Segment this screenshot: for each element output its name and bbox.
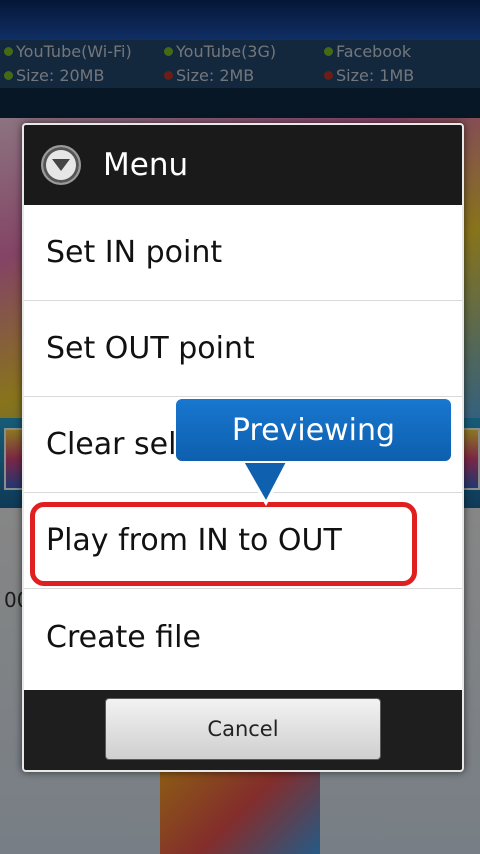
menu-item-create-file[interactable]: Create file — [24, 589, 462, 686]
menu-item-set-out-point[interactable]: Set OUT point — [24, 301, 462, 397]
menu-item-set-in-point[interactable]: Set IN point — [24, 205, 462, 301]
previewing-callout: Previewing — [174, 397, 453, 463]
dialog-header: Menu — [24, 125, 462, 205]
dialog-title: Menu — [103, 147, 189, 183]
highlight-box — [30, 502, 417, 586]
dialog-footer: Cancel — [24, 690, 462, 770]
chevron-down-icon — [52, 159, 70, 171]
chevron-down-circle-icon — [41, 145, 81, 185]
cancel-button[interactable]: Cancel — [105, 698, 381, 760]
